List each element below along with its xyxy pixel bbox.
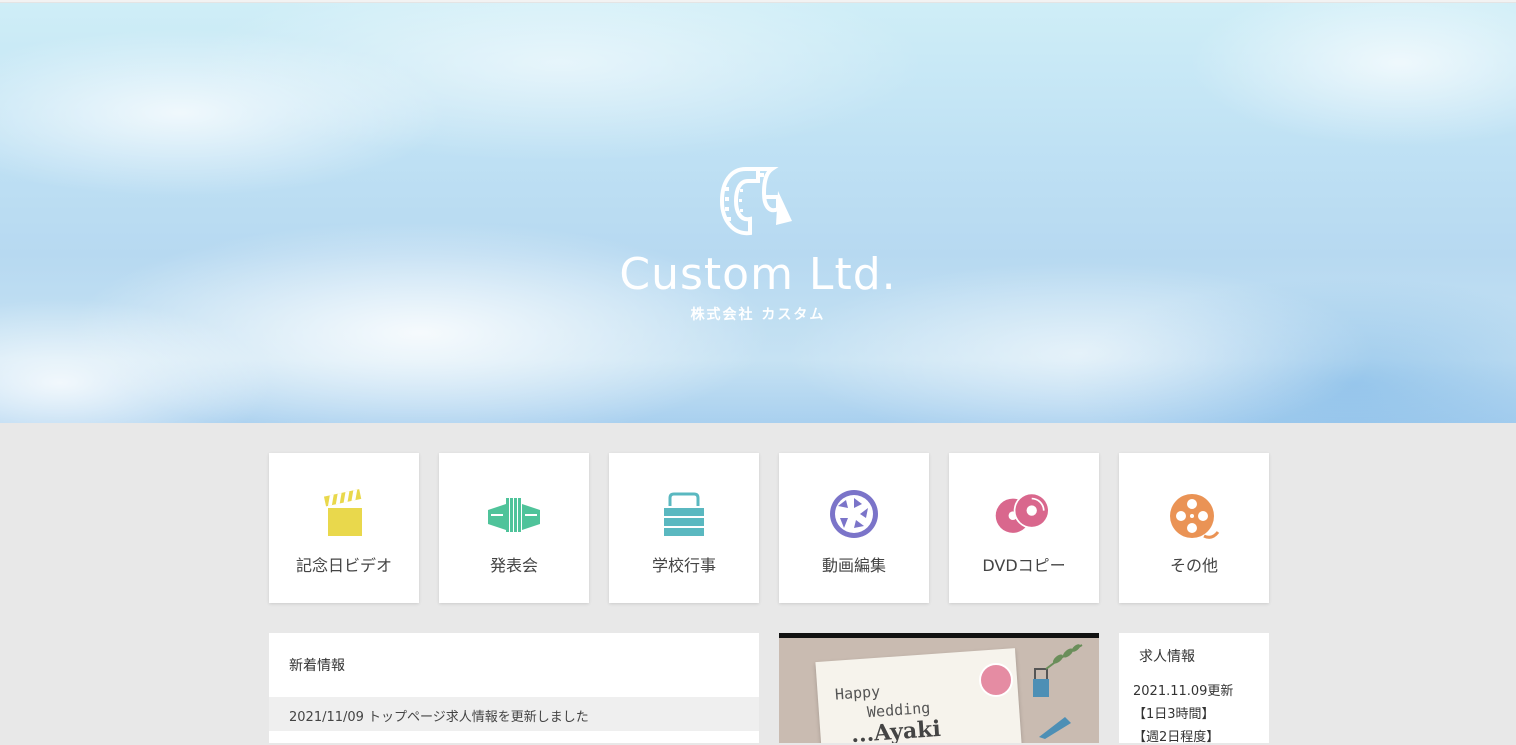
category-recital[interactable]: 発表会 xyxy=(439,453,589,603)
news-item-text[interactable]: 2021/11/09 トップページ求人情報を更新しました xyxy=(289,706,589,725)
category-nav: 記念日ビデオ 発表会 学校行事 動画編集 DVDコピー その他 xyxy=(269,453,1269,603)
clapperboard-icon xyxy=(323,489,362,536)
accordion-icon xyxy=(488,498,540,532)
pen-icon xyxy=(1039,717,1071,739)
category-video-editing[interactable]: 動画編集 xyxy=(779,453,929,603)
job-info-panel: 求人情報 2021.11.09更新 【1日3時間】 【週2日程度】 xyxy=(1119,633,1269,745)
brand-block[interactable]: Custom Ltd. 株式会社 カスタム xyxy=(0,163,1516,324)
category-dvd-copy[interactable]: DVDコピー xyxy=(949,453,1099,603)
bag-icon xyxy=(664,492,704,536)
news-panel: 新着情報 2021/11/09 トップページ求人情報を更新しました xyxy=(269,633,759,743)
category-label: 動画編集 xyxy=(821,556,886,575)
category-other[interactable]: その他 xyxy=(1119,453,1269,603)
brand-name: Custom Ltd. xyxy=(619,249,897,300)
category-label: 記念日ビデオ xyxy=(295,556,392,575)
category-label: DVDコピー xyxy=(982,556,1066,575)
category-anniversary-video[interactable]: 記念日ビデオ xyxy=(269,453,419,603)
camera-aperture-icon xyxy=(830,490,878,538)
job-info-updated: 2021.11.09更新 xyxy=(1133,684,1234,699)
job-info-title: 求人情報 xyxy=(1139,649,1195,665)
hero-banner: Custom Ltd. 株式会社 カスタム xyxy=(0,3,1516,423)
category-label: 発表会 xyxy=(489,556,538,575)
wedding-card-line-1: Happy xyxy=(834,682,881,704)
dvd-icon xyxy=(995,492,1050,533)
news-item[interactable]: 2021/11/09 トップページ求人情報を更新しました xyxy=(269,697,759,731)
wedding-photo[interactable]: Happy Wedding ...Ayaki xyxy=(779,633,1099,743)
category-label: 学校行事 xyxy=(651,556,716,575)
brand-subtitle: 株式会社 カスタム xyxy=(690,307,826,323)
job-info-days: 【週2日程度】 xyxy=(1133,730,1220,745)
film-reel-icon xyxy=(1170,494,1220,539)
leaf-icon xyxy=(1045,644,1083,670)
photo-top-bar xyxy=(779,633,1099,638)
category-label: その他 xyxy=(1169,556,1218,575)
film-logo-icon xyxy=(719,167,792,236)
stamp-icon xyxy=(979,663,1013,697)
category-school-events[interactable]: 学校行事 xyxy=(609,453,759,603)
news-title: 新着情報 xyxy=(289,658,345,674)
job-info-hours: 【1日3時間】 xyxy=(1133,707,1215,722)
